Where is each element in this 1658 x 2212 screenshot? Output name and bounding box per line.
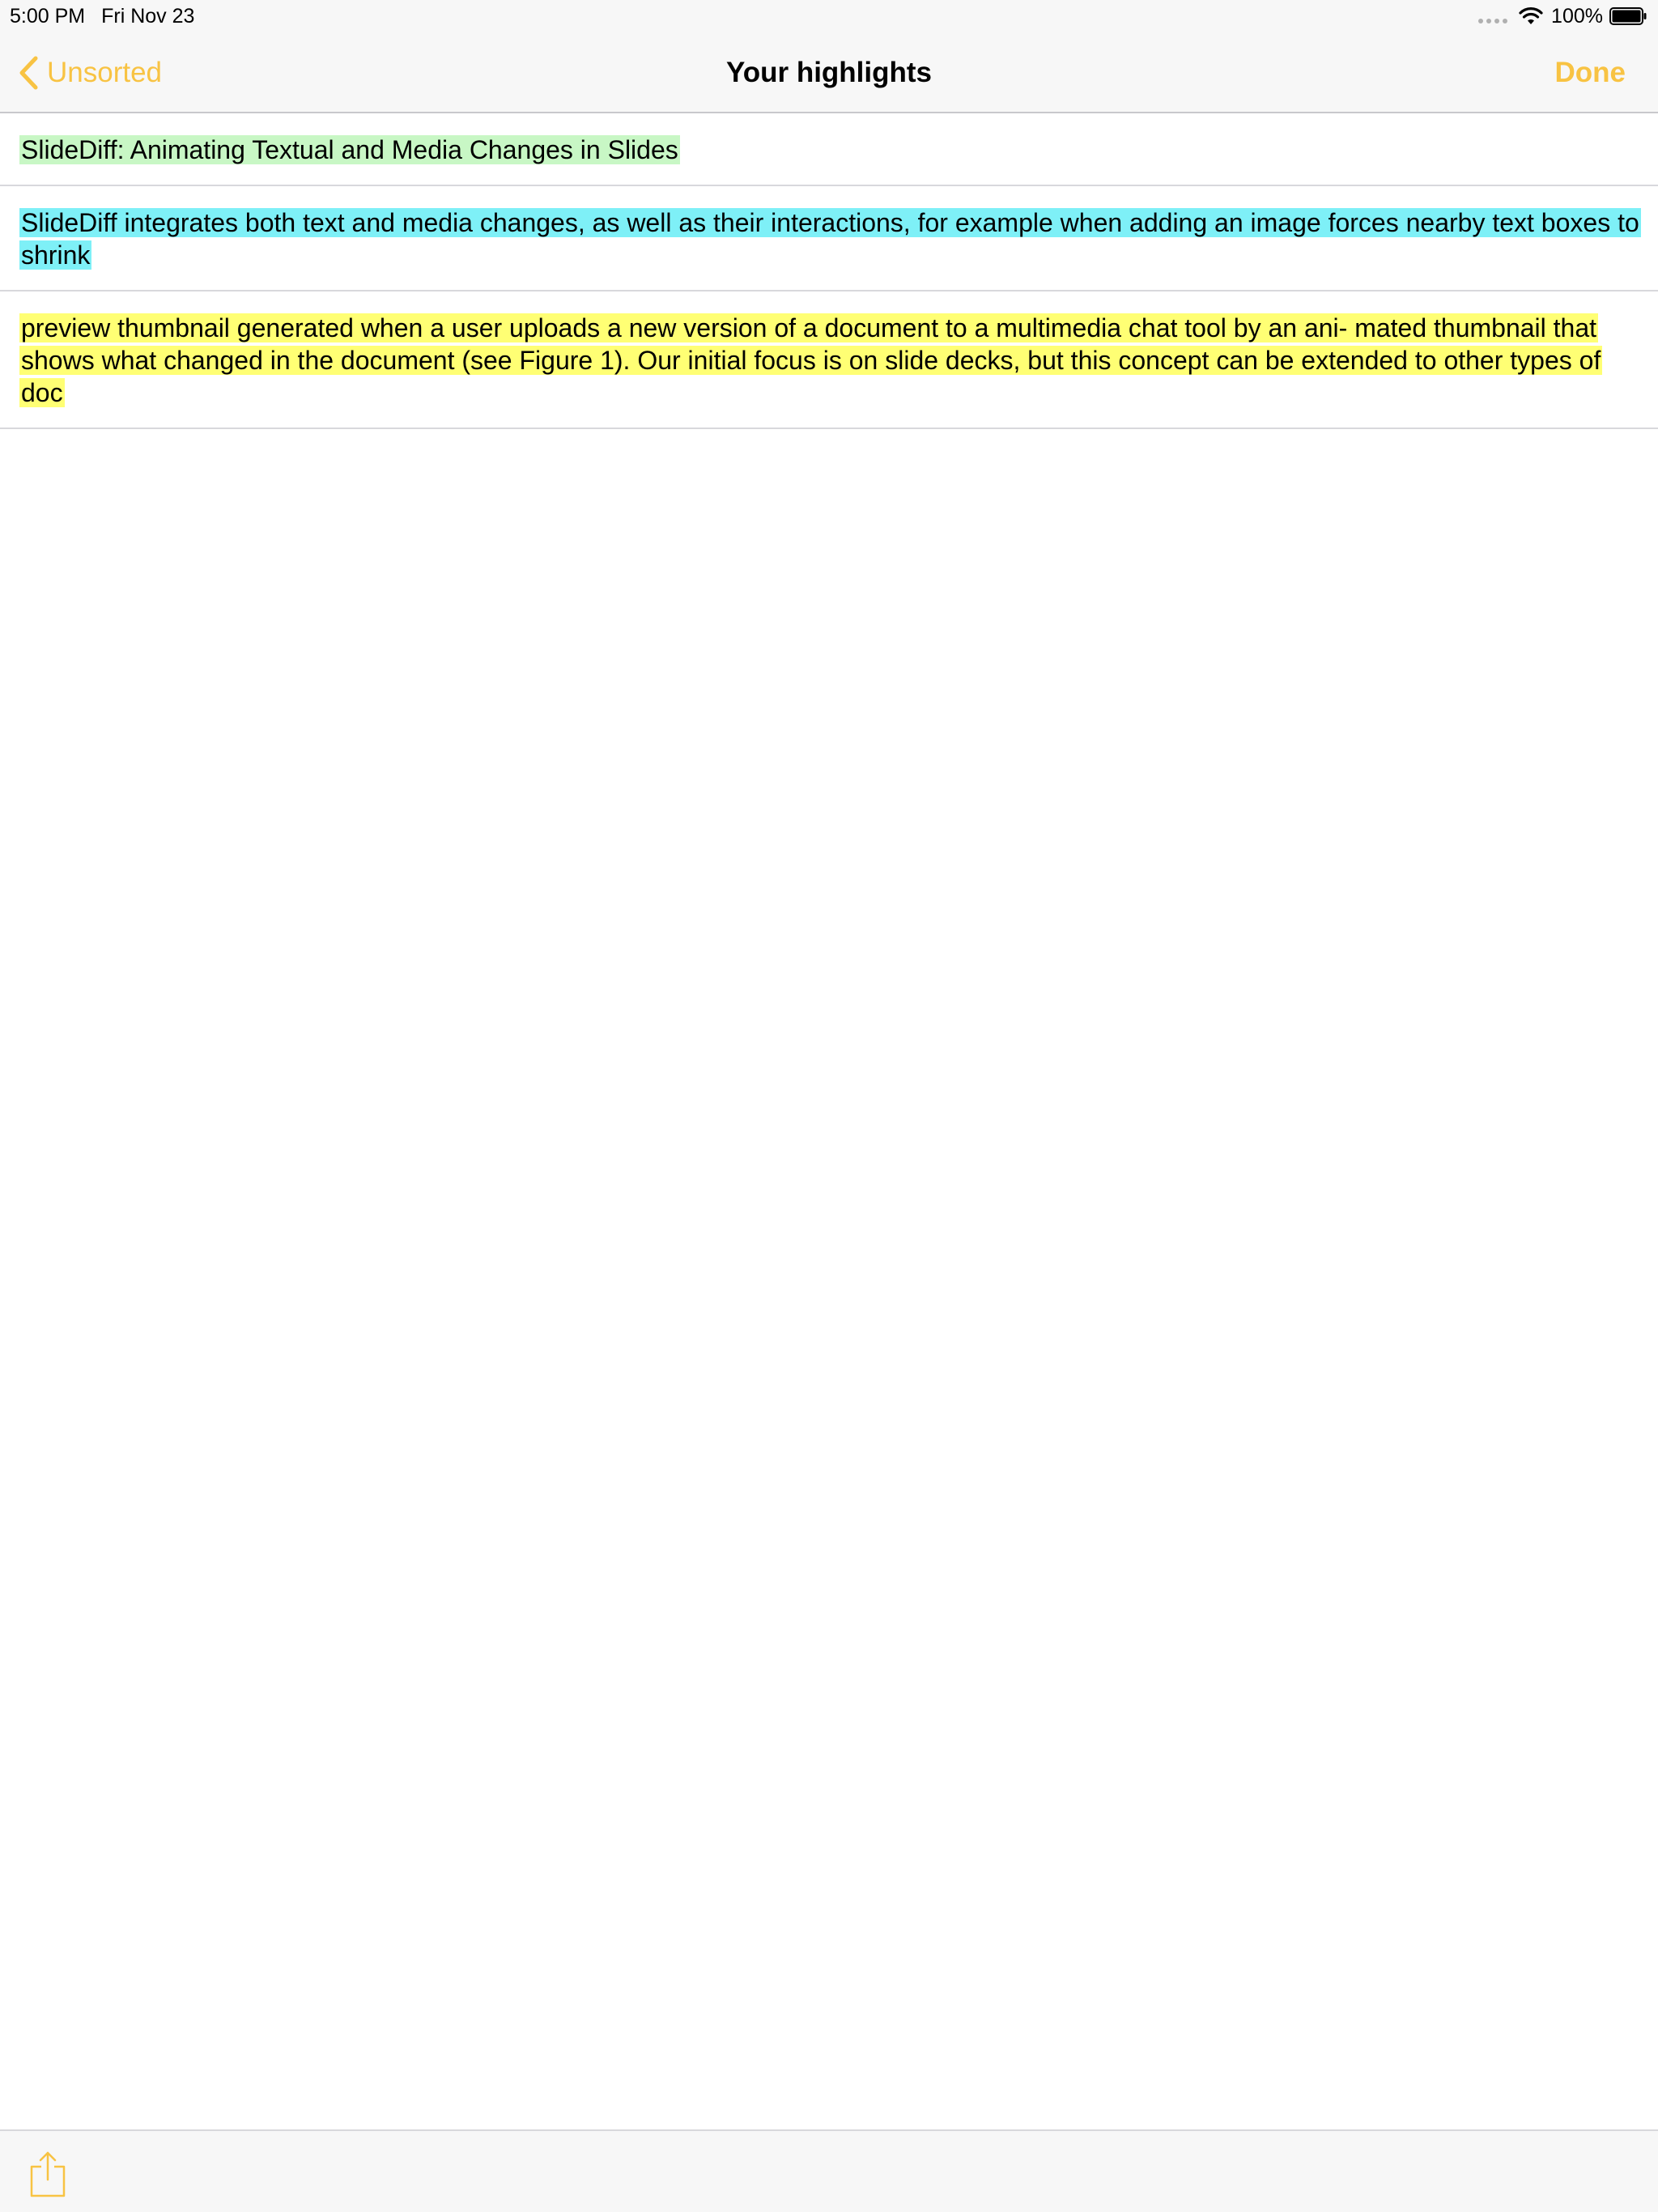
status-indicators: 100% bbox=[1478, 3, 1647, 29]
list-item[interactable]: SlideDiff integrates both text and media… bbox=[0, 186, 1658, 291]
status-time-date: 5:00 PM Fri Nov 23 bbox=[10, 3, 194, 29]
navigation-bar: Unsorted Your highlights Done bbox=[0, 32, 1658, 113]
highlight-text: SlideDiff: Animating Textual and Media C… bbox=[19, 135, 680, 164]
list-item[interactable]: SlideDiff: Animating Textual and Media C… bbox=[0, 113, 1658, 186]
status-date: Fri Nov 23 bbox=[101, 5, 195, 28]
battery-percentage: 100% bbox=[1551, 4, 1603, 28]
wifi-icon bbox=[1519, 7, 1543, 24]
highlight-text: SlideDiff integrates both text and media… bbox=[19, 208, 1641, 270]
share-icon[interactable] bbox=[29, 2150, 66, 2197]
cellular-signal-icon bbox=[1478, 19, 1508, 23]
highlight-list: SlideDiff: Animating Textual and Media C… bbox=[0, 113, 1658, 429]
done-button[interactable]: Done bbox=[1555, 55, 1626, 91]
battery-icon bbox=[1609, 7, 1647, 25]
bottom-toolbar bbox=[0, 2129, 1658, 2212]
page-title: Your highlights bbox=[725, 57, 933, 88]
status-time: 5:00 PM bbox=[10, 5, 86, 28]
status-bar: 5:00 PM Fri Nov 23 100% bbox=[0, 0, 1658, 32]
list-item[interactable]: preview thumbnail generated when a user … bbox=[0, 291, 1658, 429]
highlight-text: preview thumbnail generated when a user … bbox=[19, 313, 1603, 407]
